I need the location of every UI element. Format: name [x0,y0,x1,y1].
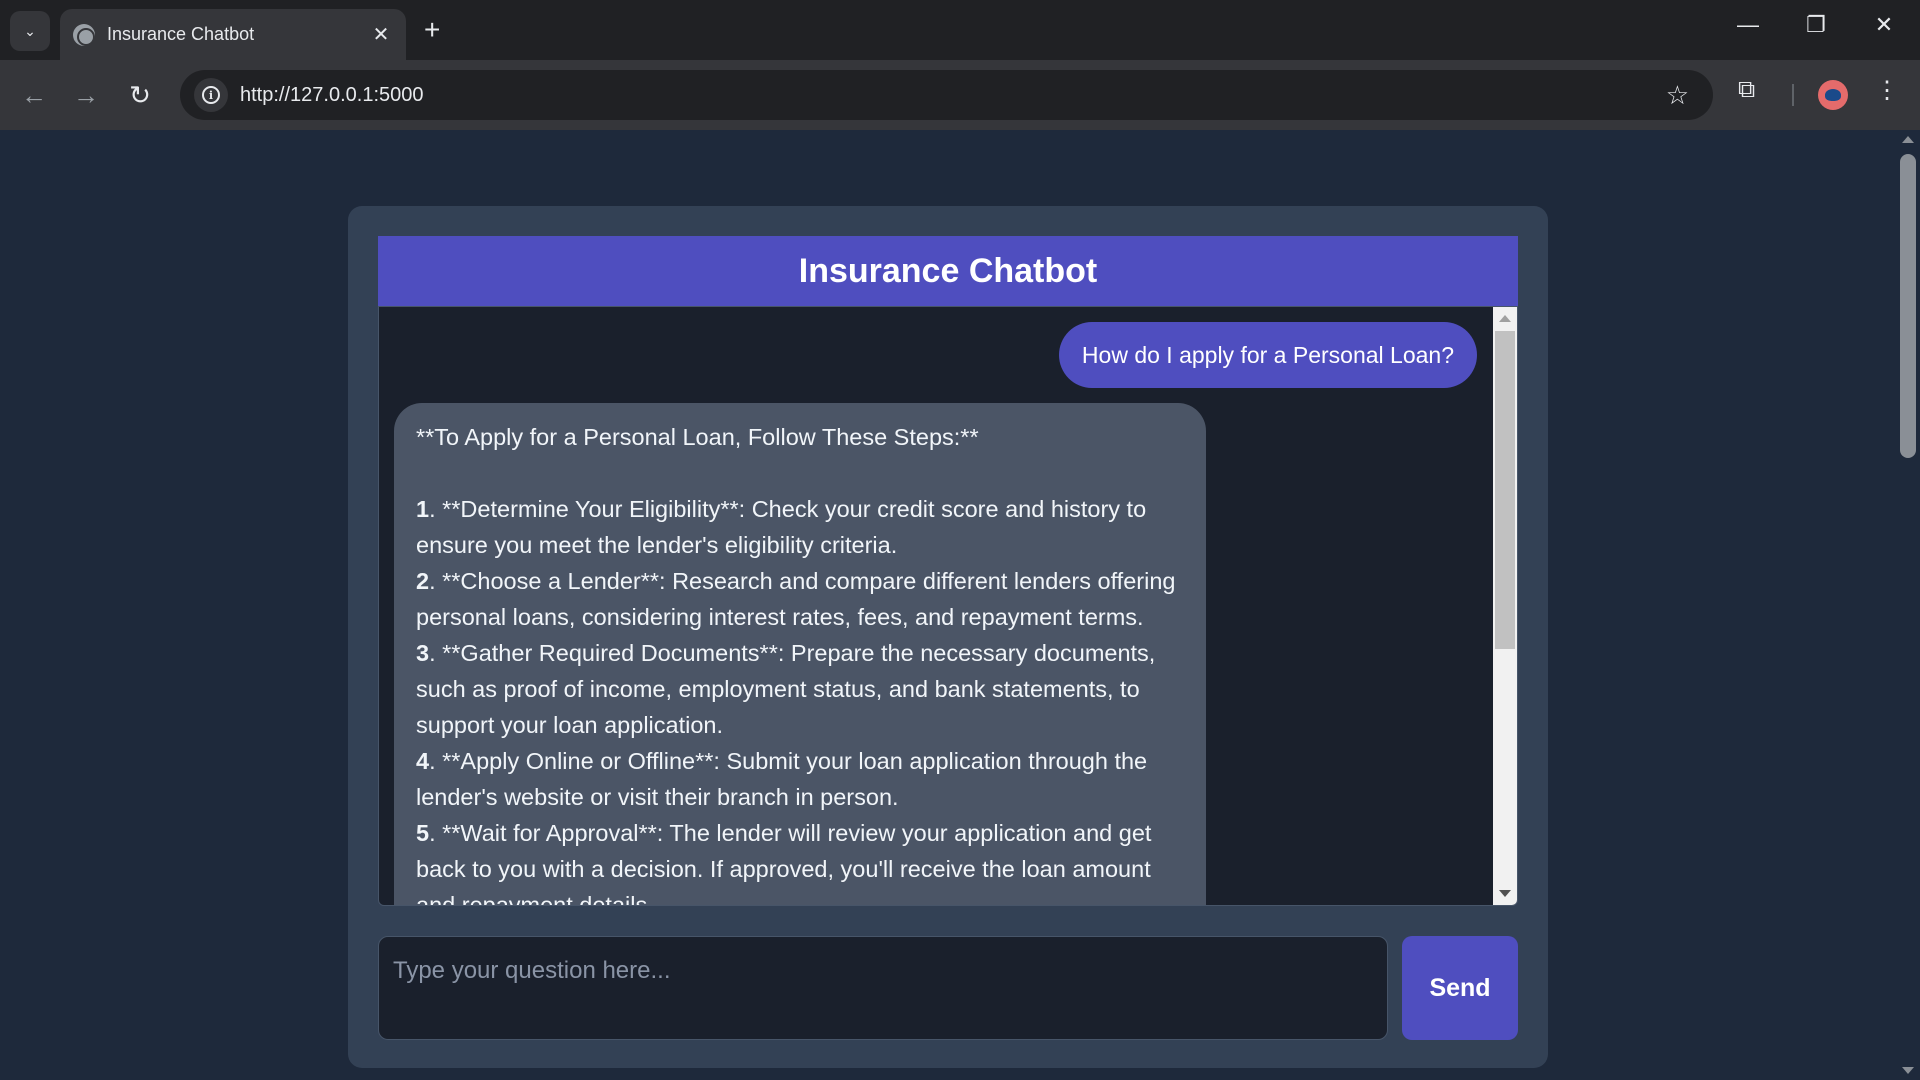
chat-scrollbar[interactable] [1493,307,1517,905]
browser-toolbar: ← → ↻ i http://127.0.0.1:5000 ☆ ⧉ ⋮ [0,60,1920,130]
bot-message: **To Apply for a Personal Loan, Follow T… [394,403,1206,906]
url-text[interactable]: http://127.0.0.1:5000 [240,84,1666,107]
window-close-icon[interactable]: ✕ [1864,12,1904,38]
browser-tab[interactable]: Insurance Chatbot ✕ [60,9,406,60]
forward-button[interactable]: → [68,78,104,112]
user-message: How do I apply for a Personal Loan? [1058,322,1477,388]
bot-step: 4. **Apply Online or Offline**: Submit y… [416,748,1148,810]
bot-step: 3. **Gather Required Documents**: Prepar… [416,640,1156,738]
tab-strip: ⌄ Insurance Chatbot ✕ + — ❐ ✕ [0,0,1920,60]
page-title: Insurance Chatbot [798,251,1098,290]
scroll-down-arrow-icon[interactable] [1499,890,1511,897]
bot-step: 1. **Determine Your Eligibility**: Check… [416,496,1147,558]
back-button[interactable]: ← [16,78,52,112]
avatar[interactable] [1818,80,1848,110]
input-row: Send [378,936,1518,1040]
question-input[interactable] [378,936,1388,1040]
bot-message-heading: **To Apply for a Personal Loan, Follow T… [416,424,979,450]
globe-icon [73,23,95,46]
site-info-icon[interactable]: i [194,78,228,112]
chat-scrollbar-thumb[interactable] [1495,331,1515,649]
new-tab-button[interactable]: + [424,14,440,46]
chat-box[interactable]: How do I apply for a Personal Loan? **To… [378,306,1518,906]
tab-search-button[interactable]: ⌄ [10,11,50,51]
reload-button[interactable]: ↻ [122,78,158,112]
kebab-menu-icon[interactable]: ⋮ [1872,76,1902,105]
page-scroll-up-icon[interactable] [1902,136,1914,143]
toolbar-divider [1792,84,1794,106]
chevron-down-icon: ⌄ [24,22,36,39]
address-bar[interactable]: i http://127.0.0.1:5000 ☆ [180,70,1713,120]
close-icon[interactable]: ✕ [368,22,394,47]
tab-title: Insurance Chatbot [107,24,255,44]
star-icon[interactable]: ☆ [1666,80,1689,111]
page-scrollbar-thumb[interactable] [1900,154,1916,458]
scroll-up-arrow-icon[interactable] [1499,315,1511,322]
page-scroll-down-icon[interactable] [1902,1067,1914,1074]
chat-container: Insurance Chatbot How do I apply for a P… [348,206,1548,1068]
bot-step: 5. **Wait for Approval**: The lender wil… [416,820,1152,906]
bot-step: 2. **Choose a Lender**: Research and com… [416,568,1176,630]
puzzle-icon[interactable]: ⧉ [1738,76,1755,104]
page-scrollbar[interactable] [1896,130,1920,1080]
page-viewport: Insurance Chatbot How do I apply for a P… [0,130,1896,1080]
restore-icon[interactable]: ❐ [1796,12,1836,38]
chat-header: Insurance Chatbot [378,236,1518,306]
send-button[interactable]: Send [1402,936,1518,1040]
minimize-icon[interactable]: — [1728,12,1768,38]
